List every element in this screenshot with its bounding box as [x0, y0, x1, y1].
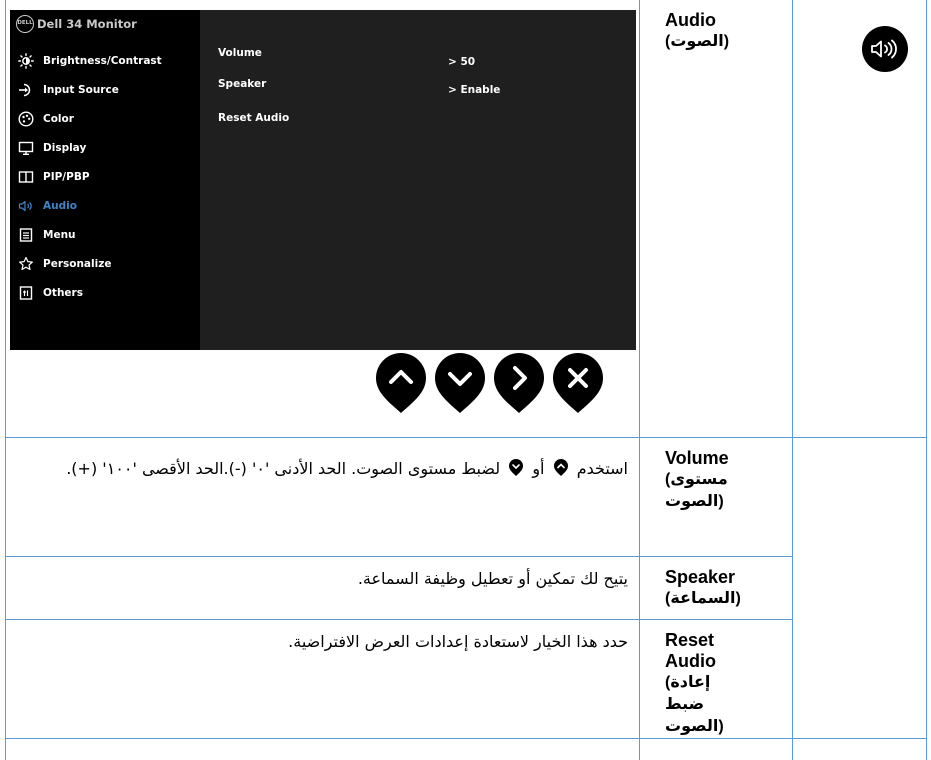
row-title-ar: (السماعة) — [665, 590, 741, 607]
section-title-ar: (الصوت) — [665, 33, 730, 50]
close-icon — [553, 353, 603, 413]
osd-menu-input-source[interactable]: Input Source — [10, 75, 200, 104]
osd-volume-value: > 50 — [448, 56, 476, 68]
table-row-divider — [5, 556, 793, 557]
osd-menu-brightness-contrast[interactable]: Brightness/Contrast — [10, 46, 200, 75]
osd-nav-up-button[interactable] — [373, 352, 429, 414]
monitor-osd-screenshot: DELL Dell 34 Monitor Brightness/Contrast… — [10, 10, 636, 350]
osd-menu-display[interactable]: Display — [10, 133, 200, 162]
chevron-down-icon — [509, 459, 524, 476]
osd-menu-label: Menu — [43, 228, 76, 241]
dell-logo: DELL — [16, 15, 34, 33]
row-title-speaker: Speaker (السماعة) — [665, 567, 741, 610]
table-border-far — [926, 0, 927, 760]
row-title-reset-audio: Reset Audio (إعادة ضبط الصوت) — [665, 630, 735, 738]
pip-pbp-icon — [16, 169, 36, 185]
color-palette-icon — [16, 110, 36, 127]
speaker-icon — [16, 198, 36, 214]
osd-setting-speaker[interactable]: Speaker — [218, 78, 266, 90]
others-icon — [16, 285, 36, 301]
osd-menu-label: Audio — [43, 199, 77, 212]
star-icon — [16, 256, 36, 272]
audio-speaker-icon — [862, 26, 908, 72]
row-title-ar: (مستوى الصوت) — [665, 471, 728, 510]
osd-menu-label: PIP/PBP — [43, 170, 90, 183]
osd-nav-exit-button[interactable] — [550, 352, 606, 414]
chevron-up-icon — [553, 459, 568, 476]
display-icon — [16, 140, 36, 156]
osd-menu-label: Display — [43, 141, 87, 154]
row-title-en: Volume — [665, 448, 729, 468]
osd-model-name: Dell 34 Monitor — [37, 17, 137, 31]
section-title-en: Audio — [665, 10, 716, 30]
chevron-up-icon — [376, 353, 426, 413]
osd-sidebar: DELL Dell 34 Monitor Brightness/Contrast… — [10, 10, 200, 350]
osd-menu-color[interactable]: Color — [10, 104, 200, 133]
osd-title: DELL Dell 34 Monitor — [16, 15, 137, 33]
chevron-right-icon — [494, 353, 544, 413]
osd-setting-volume[interactable]: Volume — [218, 47, 262, 59]
osd-menu-personalize[interactable]: Personalize — [10, 249, 200, 278]
row-description-reset-audio: حدد هذا الخيار لاستعادة إعدادات العرض ال… — [288, 632, 628, 651]
row-title-en: Reset Audio — [665, 630, 716, 671]
row-description-volume: استخدم أو لضبط مستوى الصوت. الحد الأدنى … — [66, 459, 628, 478]
chevron-down-icon — [435, 353, 485, 413]
menu-icon — [16, 227, 36, 243]
osd-nav-right-button[interactable] — [491, 352, 547, 414]
table-row-divider — [5, 437, 926, 438]
osd-setting-reset-audio[interactable]: Reset Audio — [218, 112, 289, 124]
osd-menu-label: Others — [43, 286, 83, 299]
osd-menu-menu[interactable]: Menu — [10, 220, 200, 249]
table-row-divider — [5, 619, 793, 620]
osd-menu-label: Brightness/Contrast — [43, 54, 162, 67]
osd-menu-others[interactable]: Others — [10, 278, 200, 307]
table-border-right — [792, 0, 793, 760]
osd-menu-pip-pbp[interactable]: PIP/PBP — [10, 162, 200, 191]
table-border-left — [5, 0, 6, 760]
osd-speaker-value: > Enable — [448, 84, 501, 96]
row-title-ar: (إعادة ضبط الصوت) — [665, 674, 724, 735]
input-source-icon — [16, 82, 36, 98]
row-title-en: Speaker — [665, 567, 736, 587]
brightness-icon — [16, 52, 36, 69]
table-row-divider — [5, 738, 926, 739]
section-header-audio: Audio (الصوت) — [665, 10, 729, 53]
osd-menu-label: Input Source — [43, 83, 119, 96]
osd-menu-audio[interactable]: Audio — [10, 191, 200, 220]
osd-menu-label: Color — [43, 112, 74, 125]
table-border-mid — [639, 0, 640, 760]
row-title-volume: Volume (مستوى الصوت) — [665, 448, 783, 513]
osd-menu-label: Personalize — [43, 257, 112, 270]
osd-nav-down-button[interactable] — [432, 352, 488, 414]
row-description-speaker: يتيح لك تمكين أو تعطيل وظيفة السماعة. — [357, 569, 628, 588]
